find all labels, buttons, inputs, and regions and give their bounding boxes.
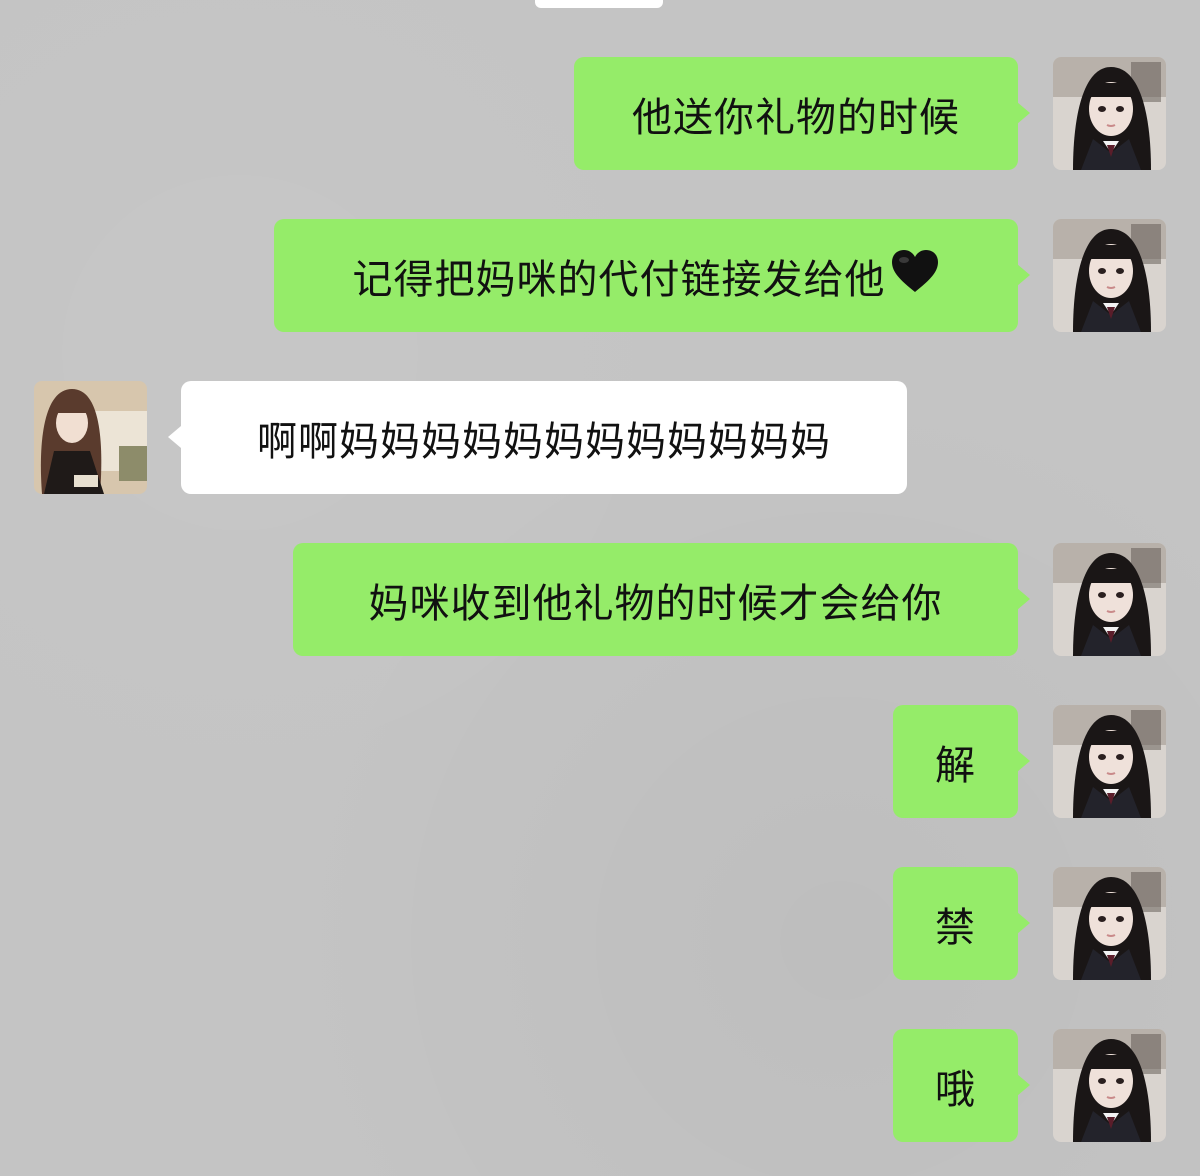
message-bubble-outgoing[interactable]: 妈咪收到他礼物的时候才会给你 [293,543,1018,656]
message-text: 解 [935,742,976,789]
message-bubble-outgoing[interactable]: 解 [893,705,1018,818]
bubble-tail [1017,1074,1030,1096]
message-text: 他送你礼物的时候 [632,94,960,141]
message-bubble-outgoing[interactable]: 他送你礼物的时候 [574,57,1018,170]
avatar[interactable] [1053,219,1166,332]
avatar[interactable] [1053,57,1166,170]
message-text: 记得把妈咪的代付链接发给他 [352,256,886,303]
avatar[interactable] [1053,705,1166,818]
message-bubble-incoming[interactable]: 啊啊妈妈妈妈妈妈妈妈妈妈妈妈 [181,381,907,494]
bubble-tail [1017,264,1030,286]
message-text: 哦 [935,1066,976,1113]
message-text: 啊啊妈妈妈妈妈妈妈妈妈妈妈妈 [257,418,831,465]
bubble-tail [1017,588,1030,610]
black-heart-icon [890,248,940,304]
avatar[interactable] [1053,543,1166,656]
avatar[interactable] [1053,1029,1166,1142]
bubble-tail [1017,102,1030,124]
bubble-tail [168,426,181,448]
avatar[interactable] [1053,867,1166,980]
bubble-tail [1017,750,1030,772]
message-bubble-outgoing[interactable]: 禁 [893,867,1018,980]
message-bubble-outgoing[interactable]: 哦 [893,1029,1018,1142]
bubble-tail [1017,912,1030,934]
message-bubble-outgoing[interactable]: 记得把妈咪的代付链接发给他 [274,219,1018,332]
message-text: 禁 [935,904,976,951]
message-text: 妈咪收到他礼物的时候才会给你 [368,580,943,627]
avatar[interactable] [34,381,147,494]
top-edge-tab [535,0,663,8]
